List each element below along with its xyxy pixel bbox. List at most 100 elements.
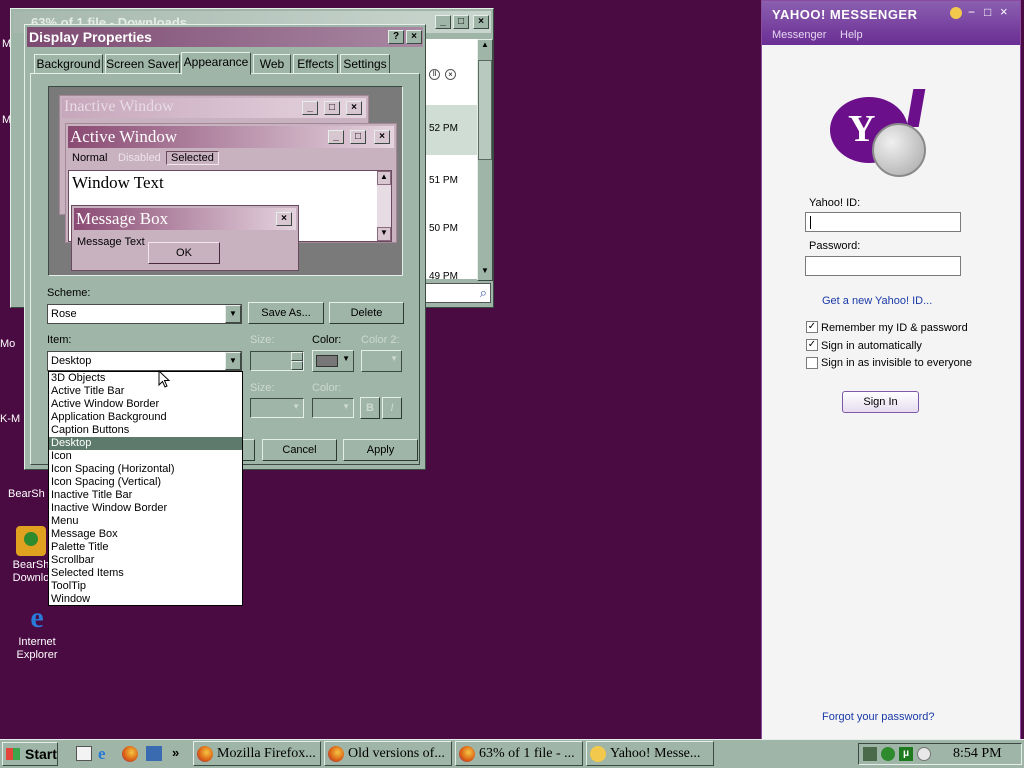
yahoo-messenger-window[interactable]: YAHOO! MESSENGER − □ × Messenger Help Y … bbox=[761, 0, 1021, 740]
menu-help[interactable]: Help bbox=[840, 29, 863, 41]
tab-background[interactable]: Background bbox=[34, 54, 103, 74]
tab-appearance[interactable]: Appearance bbox=[181, 52, 251, 75]
clock[interactable]: 8:54 PM bbox=[953, 746, 1002, 762]
auto-signin-label: Sign in automatically bbox=[821, 340, 922, 352]
bold-button[interactable]: B bbox=[360, 397, 380, 419]
font-color-select[interactable]: ▼ bbox=[312, 398, 354, 418]
item-option[interactable]: Palette Title bbox=[49, 541, 242, 554]
sign-in-button[interactable]: Sign In bbox=[842, 391, 919, 413]
mouse-cursor-icon bbox=[158, 370, 171, 388]
item-option[interactable]: Inactive Window Border bbox=[49, 502, 242, 515]
spin-down-icon[interactable] bbox=[291, 361, 303, 370]
get-new-id-link[interactable]: Get a new Yahoo! ID... bbox=[822, 295, 932, 307]
menu-normal: Normal bbox=[72, 152, 108, 164]
tab-effects[interactable]: Effects bbox=[293, 54, 338, 74]
download-time: 51 PM bbox=[429, 175, 458, 186]
bearshare-tray-icon[interactable] bbox=[881, 747, 895, 761]
display-properties-titlebar[interactable]: Display Properties ? × bbox=[27, 27, 423, 47]
yahoo-id-input[interactable] bbox=[805, 212, 961, 232]
more-icon[interactable]: » bbox=[172, 745, 179, 760]
item-option[interactable]: 3D Objects bbox=[49, 372, 242, 385]
download-row[interactable]: 52 PM bbox=[425, 105, 477, 155]
downloads-minimize-button[interactable]: _ bbox=[435, 15, 451, 29]
internet-explorer-desktop-icon[interactable]: e Internet Explorer bbox=[7, 603, 67, 662]
start-button[interactable]: Start bbox=[2, 742, 58, 766]
item-option[interactable]: Caption Buttons bbox=[49, 424, 242, 437]
minimize-icon: _ bbox=[302, 101, 318, 115]
bearshare-desktop-icon[interactable]: BearSh bbox=[8, 488, 48, 501]
maximize-icon[interactable]: □ bbox=[984, 5, 991, 19]
volume-icon[interactable] bbox=[917, 747, 931, 761]
apply-button[interactable]: Apply bbox=[343, 439, 418, 461]
firefox-quick-icon[interactable] bbox=[122, 746, 138, 762]
yahoo-title: YAHOO! MESSENGER bbox=[772, 7, 918, 22]
minimize-icon[interactable]: − bbox=[968, 5, 975, 19]
chevron-down-icon[interactable]: ▼ bbox=[225, 305, 241, 323]
item-option[interactable]: Icon Spacing (Horizontal) bbox=[49, 463, 242, 476]
ie-quick-icon[interactable]: e bbox=[98, 744, 106, 764]
item-option[interactable]: Inactive Title Bar bbox=[49, 489, 242, 502]
task-firefox[interactable]: Mozilla Firefox... bbox=[193, 741, 321, 766]
downloads-search-field[interactable]: ⌕ bbox=[425, 283, 491, 303]
remember-checkbox[interactable]: ✓ bbox=[806, 321, 818, 333]
inactive-titlebar: Inactive Window _ □ × bbox=[62, 98, 366, 118]
pause-icon[interactable]: ll bbox=[429, 69, 440, 80]
item-option[interactable]: Window bbox=[49, 593, 242, 606]
color-picker-button[interactable]: ▼ bbox=[312, 350, 354, 372]
desktop-icon[interactable] bbox=[76, 746, 92, 761]
item-option[interactable]: Application Background bbox=[49, 411, 242, 424]
menu-messenger[interactable]: Messenger bbox=[772, 29, 826, 41]
item-select[interactable]: Desktop ▼ bbox=[47, 351, 242, 371]
item-option[interactable]: Desktop bbox=[49, 437, 242, 450]
item-option[interactable]: Active Title Bar bbox=[49, 385, 242, 398]
task-label: Yahoo! Messe... bbox=[610, 746, 701, 761]
outlook-quick-icon[interactable] bbox=[146, 746, 162, 761]
cancel-button[interactable]: Cancel bbox=[262, 439, 337, 461]
message-box-title: Message Box bbox=[76, 209, 169, 228]
auto-signin-checkbox[interactable]: ✓ bbox=[806, 339, 818, 351]
item-option[interactable]: Message Box bbox=[49, 528, 242, 541]
downloads-maximize-button[interactable]: □ bbox=[453, 15, 469, 29]
item-option[interactable]: Scrollbar bbox=[49, 554, 242, 567]
tab-web[interactable]: Web bbox=[253, 54, 291, 74]
task-downloads[interactable]: 63% of 1 file - ... bbox=[455, 741, 583, 766]
scheme-select[interactable]: Rose ▼ bbox=[47, 304, 242, 324]
color-label: Color: bbox=[312, 334, 342, 346]
close-icon[interactable]: × bbox=[1000, 4, 1008, 19]
spin-up-icon[interactable] bbox=[291, 352, 303, 361]
maximize-icon: □ bbox=[324, 101, 340, 115]
size-spinner[interactable] bbox=[250, 351, 304, 371]
cancel-icon[interactable]: × bbox=[445, 69, 456, 80]
delete-button[interactable]: Delete bbox=[329, 302, 404, 324]
item-option[interactable]: Selected Items bbox=[49, 567, 242, 580]
item-dropdown-list[interactable]: 3D Objects Active Title Bar Active Window … bbox=[48, 371, 243, 606]
downloads-close-button[interactable]: × bbox=[473, 15, 489, 29]
downloads-scrollbar[interactable]: ▲ ▼ bbox=[477, 39, 493, 281]
task-old-versions[interactable]: Old versions of... bbox=[324, 741, 452, 766]
task-yahoo[interactable]: Yahoo! Messe... bbox=[586, 741, 714, 766]
yahoo-titlebar[interactable]: YAHOO! MESSENGER − □ × Messenger Help bbox=[762, 1, 1020, 45]
network-icon[interactable] bbox=[863, 747, 877, 761]
font-size-select[interactable]: ▼ bbox=[250, 398, 304, 418]
tab-screen-saver[interactable]: Screen Saver bbox=[105, 54, 180, 74]
item-option[interactable]: ToolTip bbox=[49, 580, 242, 593]
close-button[interactable]: × bbox=[406, 30, 422, 44]
bearshare-label: BearSh bbox=[8, 488, 45, 500]
color2-picker-button[interactable]: ▼ bbox=[361, 350, 402, 372]
tab-settings[interactable]: Settings bbox=[340, 54, 390, 74]
utorrent-tray-icon[interactable]: μ bbox=[899, 747, 913, 761]
help-button[interactable]: ? bbox=[388, 30, 404, 44]
downloads-list[interactable]: ll × 52 PM 51 PM 50 PM 49 PM bbox=[425, 39, 477, 282]
forgot-password-link[interactable]: Forgot your password? bbox=[822, 711, 935, 723]
item-option[interactable]: Icon bbox=[49, 450, 242, 463]
invisible-checkbox[interactable] bbox=[806, 357, 818, 369]
item-option[interactable]: Menu bbox=[49, 515, 242, 528]
save-as-button[interactable]: Save As... bbox=[248, 302, 324, 324]
item-option[interactable]: Icon Spacing (Vertical) bbox=[49, 476, 242, 489]
search-icon[interactable]: ⌕ bbox=[480, 285, 487, 301]
password-input[interactable] bbox=[805, 256, 961, 276]
chevron-down-icon[interactable]: ▼ bbox=[225, 352, 241, 370]
italic-button[interactable]: I bbox=[382, 397, 402, 419]
yahoo-logo: Y bbox=[830, 89, 930, 179]
item-option[interactable]: Active Window Border bbox=[49, 398, 242, 411]
